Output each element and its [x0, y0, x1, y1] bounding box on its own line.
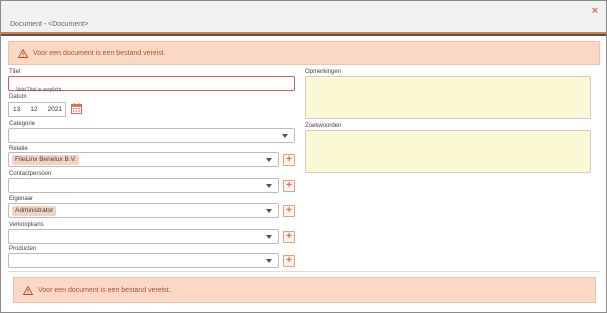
chevron-down-icon	[266, 184, 272, 188]
chevron-down-icon	[282, 134, 288, 138]
add-relatie-button[interactable]: +	[283, 154, 295, 166]
label-categorie: Categorie	[9, 121, 36, 127]
document-dialog: Document - <Document> × Voor een documen…	[0, 0, 607, 313]
alert-file-required-top: Voor een document is een bestand vereist…	[8, 41, 600, 65]
producten-select[interactable]	[8, 253, 279, 268]
alert-text: Voor een document is een bestand vereist…	[33, 49, 166, 57]
label-titel: Titel	[9, 69, 21, 75]
alert-file-required-bottom: Voor een document is een bestand vereist…	[13, 277, 596, 303]
dialog-title: Document - <Document>	[10, 21, 89, 28]
opmerkingen-textarea[interactable]	[305, 76, 591, 119]
warning-icon	[23, 285, 33, 295]
titel-error-text: Veld Titel is verplicht.	[16, 87, 63, 93]
titel-error: Veld Titel is verplicht.	[10, 87, 176, 93]
label-contactpersoon: Contactpersoon	[9, 171, 52, 177]
label-zoekwoorden: Zoekwoorden	[305, 123, 342, 129]
datum-field[interactable]: 13 12 2021	[8, 102, 66, 117]
relatie-select[interactable]: FileLinx Benelux B.V.	[8, 152, 279, 167]
eigenaar-chip: Administrator	[12, 206, 57, 216]
datum-year[interactable]: 2021	[47, 106, 61, 113]
datum-day[interactable]: 13	[13, 106, 20, 113]
label-eigenaar: Eigenaar	[9, 196, 34, 202]
categorie-select[interactable]	[8, 128, 295, 143]
alert-text: Voor een document is een bestand vereist…	[38, 286, 171, 294]
chevron-down-icon	[266, 158, 272, 162]
warning-icon	[18, 48, 28, 58]
datum-month[interactable]: 12	[30, 106, 37, 113]
error-line-right	[65, 89, 176, 91]
label-verkoopkans: Verkoopkans	[9, 222, 44, 228]
add-eigenaar-button[interactable]: +	[283, 205, 295, 217]
verkoopkans-select[interactable]	[8, 229, 279, 244]
chevron-down-icon	[266, 209, 272, 213]
eigenaar-select[interactable]: Administrator	[8, 203, 279, 218]
close-icon[interactable]: ×	[590, 6, 600, 17]
label-datum: Datum	[9, 94, 27, 100]
error-line-left	[10, 89, 13, 91]
label-producten: Producten	[9, 246, 37, 252]
calendar-icon[interactable]	[71, 103, 82, 114]
titlebar: Document - <Document> ×	[1, 1, 606, 32]
relatie-chip: FileLinx Benelux B.V.	[12, 155, 80, 165]
accent-bar	[1, 32, 606, 36]
add-producten-button[interactable]: +	[283, 255, 295, 267]
chevron-down-icon	[266, 259, 272, 263]
chevron-down-icon	[266, 235, 272, 239]
zoekwoorden-textarea[interactable]	[305, 130, 591, 173]
label-opmerkingen: Opmerkingen	[305, 69, 342, 75]
add-contactpersoon-button[interactable]: +	[283, 180, 295, 192]
contactpersoon-select[interactable]	[8, 178, 279, 193]
add-verkoopkans-button[interactable]: +	[283, 231, 295, 243]
